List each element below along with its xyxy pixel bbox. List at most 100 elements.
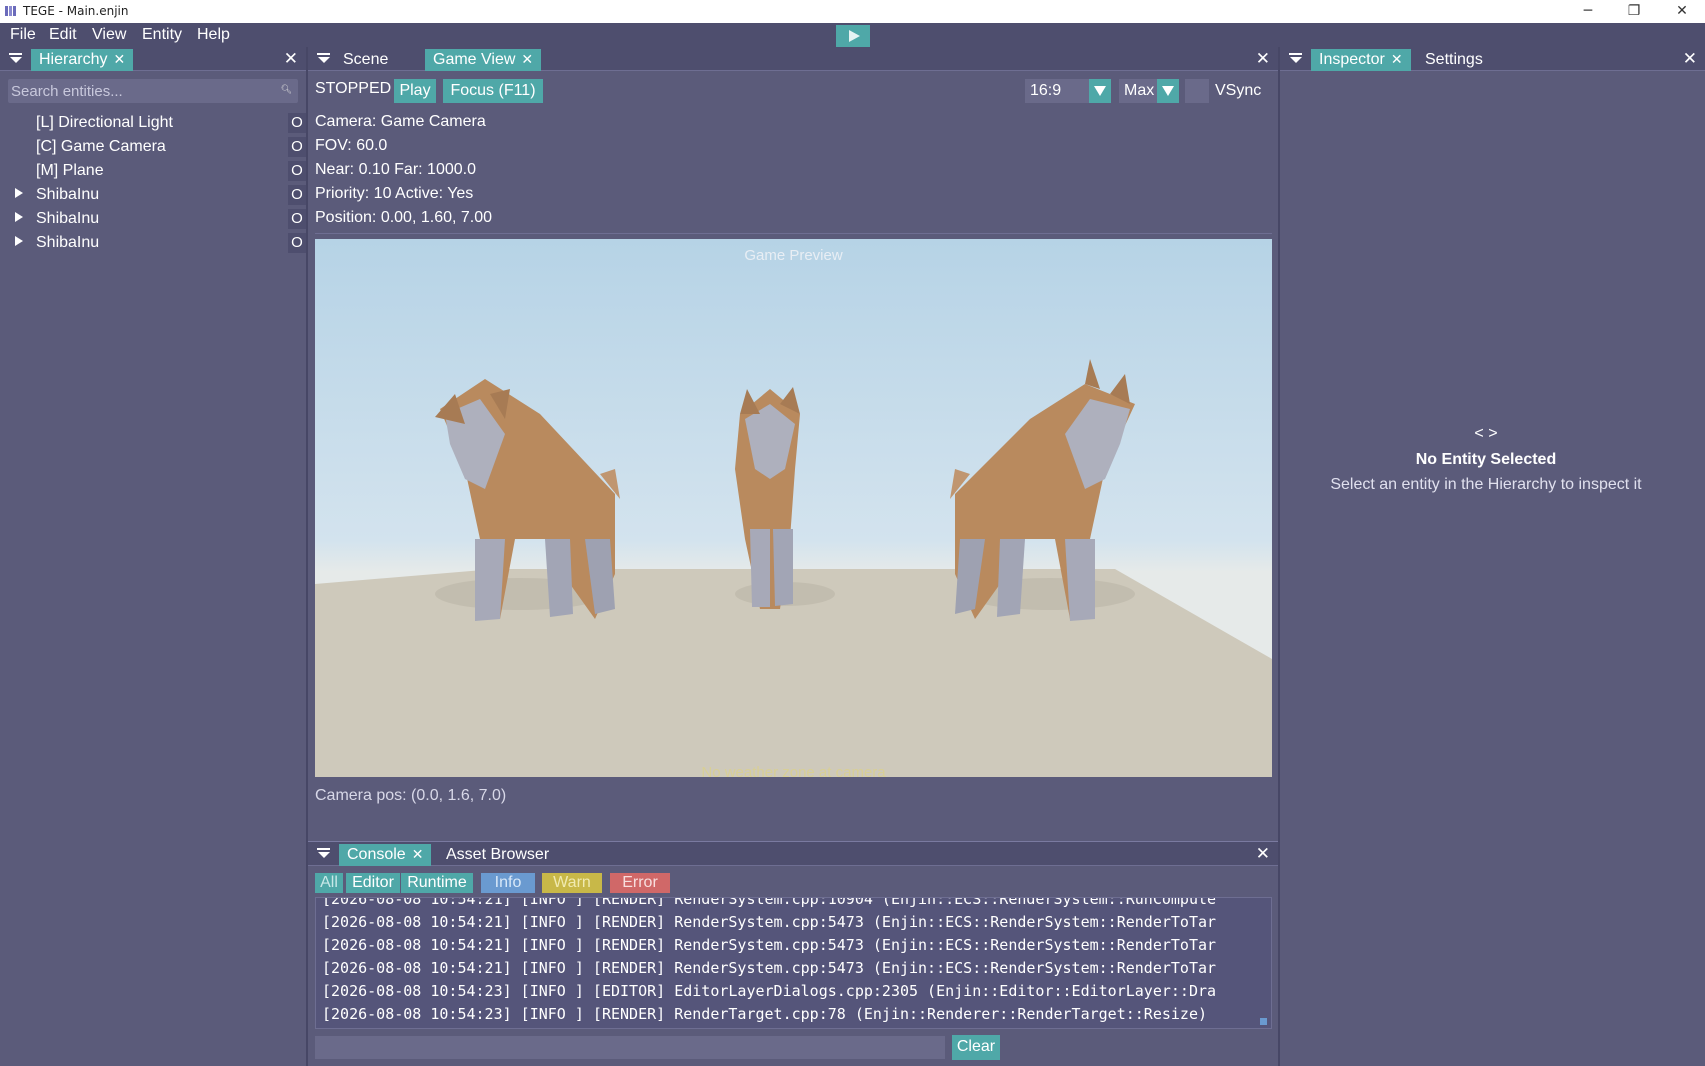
vsync-checkbox[interactable] bbox=[1185, 79, 1209, 103]
filter-runtime[interactable]: Runtime bbox=[401, 873, 473, 893]
restore-button[interactable]: ❐ bbox=[1611, 0, 1657, 23]
log-line: [2026-08-08 10:54:21] [INFO ] [RENDER] R… bbox=[322, 959, 1217, 977]
panel-menu-icon[interactable] bbox=[317, 848, 330, 860]
list-item[interactable]: ShibaInu O bbox=[0, 208, 306, 230]
panel-menu-icon[interactable] bbox=[1289, 53, 1302, 65]
menu-view[interactable]: View bbox=[92, 26, 126, 44]
divider bbox=[315, 233, 1272, 234]
log-line: [2026-08-08 10:54:23] [INFO ] [RENDER] R… bbox=[322, 1005, 1208, 1023]
list-item[interactable]: [M] Plane O bbox=[0, 160, 306, 182]
filter-info[interactable]: Info bbox=[481, 873, 535, 893]
panel-close-icon[interactable]: ✕ bbox=[1256, 49, 1270, 69]
menu-file[interactable]: File bbox=[10, 26, 36, 44]
divider bbox=[308, 841, 1278, 842]
tab-console[interactable]: Console ✕ bbox=[339, 844, 432, 866]
visibility-toggle[interactable]: O bbox=[288, 209, 306, 229]
tab-close-icon[interactable]: ✕ bbox=[521, 51, 533, 68]
tab-close-icon[interactable]: ✕ bbox=[1391, 51, 1403, 68]
dropdown-arrow-icon[interactable] bbox=[1157, 79, 1179, 103]
panel-close-icon[interactable]: ✕ bbox=[1683, 49, 1697, 69]
panel-close-icon[interactable]: ✕ bbox=[1256, 844, 1270, 864]
visibility-toggle[interactable]: O bbox=[288, 233, 306, 253]
filter-warn[interactable]: Warn bbox=[542, 873, 602, 893]
expand-arrow-icon[interactable] bbox=[15, 188, 23, 198]
window-title: TEGE - Main.enjin bbox=[23, 4, 129, 18]
console-log[interactable]: [2026-08-08 10:54:21] [INFO ] [RENDER] R… bbox=[315, 897, 1272, 1029]
log-line: [2026-08-08 10:54:23] [INFO ] [EDITOR] E… bbox=[322, 982, 1217, 1000]
visibility-toggle[interactable]: O bbox=[288, 113, 306, 133]
camera-position: Position: 0.00, 1.60, 7.00 bbox=[315, 209, 493, 226]
code-brackets-icon: < > bbox=[1474, 425, 1498, 442]
inspector-header: Inspector ✕ Settings ✕ bbox=[1280, 47, 1705, 71]
log-line: [2026-08-08 10:54:21] [INFO ] [RENDER] R… bbox=[322, 936, 1217, 954]
vsync-label: VSync bbox=[1215, 82, 1262, 99]
list-item[interactable]: ShibaInu O bbox=[0, 184, 306, 206]
filter-error[interactable]: Error bbox=[610, 873, 670, 893]
window-close-button[interactable]: ✕ bbox=[1659, 0, 1705, 23]
tab-asset-browser[interactable]: Asset Browser bbox=[438, 844, 557, 866]
tab-hierarchy[interactable]: Hierarchy ✕ bbox=[31, 49, 134, 71]
shiba-dog-left bbox=[435, 379, 620, 621]
app-icon bbox=[5, 6, 16, 16]
game-view-header: Scene Game View ✕ ✕ bbox=[308, 47, 1278, 71]
entity-label: ShibaInu bbox=[36, 234, 100, 251]
tab-close-icon[interactable]: ✕ bbox=[113, 51, 125, 68]
window-titlebar: TEGE - Main.enjin ─ ❐ ✕ bbox=[0, 0, 1705, 23]
entity-label: ShibaInu bbox=[36, 210, 100, 227]
panel-close-icon[interactable]: ✕ bbox=[284, 49, 298, 69]
scale-value: Max bbox=[1124, 82, 1155, 99]
minimize-button[interactable]: ─ bbox=[1565, 0, 1611, 23]
visibility-toggle[interactable]: O bbox=[288, 161, 306, 181]
search-icon: 🔍︎ bbox=[280, 84, 292, 94]
tab-scene[interactable]: Scene bbox=[335, 49, 396, 71]
camera-priority: Priority: 10 Active: Yes bbox=[315, 185, 474, 202]
visibility-toggle[interactable]: O bbox=[288, 185, 306, 205]
shiba-dog-center bbox=[735, 387, 835, 609]
inspector-panel: Inspector ✕ Settings ✕ bbox=[1280, 47, 1705, 1066]
scene-render bbox=[435, 359, 1135, 621]
scrollbar-grip[interactable] bbox=[1260, 1018, 1267, 1025]
panel-menu-icon[interactable] bbox=[317, 53, 330, 65]
tab-scene-label: Scene bbox=[343, 51, 389, 68]
tab-game-view[interactable]: Game View ✕ bbox=[425, 49, 542, 71]
weather-label: No weather zone at camera bbox=[701, 764, 886, 777]
tab-close-icon[interactable]: ✕ bbox=[412, 846, 424, 863]
clear-button[interactable]: Clear bbox=[952, 1035, 1000, 1060]
tab-inspector-label: Inspector bbox=[1319, 51, 1385, 68]
log-line: [2026-08-08 10:54:21] [INFO ] [RENDER] R… bbox=[322, 897, 1217, 908]
tab-settings-label: Settings bbox=[1425, 51, 1483, 68]
aspect-value: 16:9 bbox=[1030, 82, 1062, 99]
shiba-dog-right bbox=[950, 359, 1135, 621]
console-command-input[interactable] bbox=[315, 1036, 945, 1059]
dropdown-arrow-icon[interactable] bbox=[1089, 79, 1111, 103]
focus-button[interactable]: Focus (F11) bbox=[443, 79, 543, 103]
entity-label: [C] Game Camera bbox=[36, 138, 166, 155]
play-button[interactable]: Play bbox=[394, 79, 436, 103]
search-input[interactable] bbox=[11, 81, 271, 101]
expand-arrow-icon[interactable] bbox=[15, 212, 23, 222]
filter-editor[interactable]: Editor bbox=[346, 873, 400, 893]
log-line: [2026-08-08 10:54:21] [INFO ] [RENDER] R… bbox=[322, 913, 1217, 931]
menu-entity[interactable]: Entity bbox=[142, 26, 182, 44]
tab-console-label: Console bbox=[347, 846, 406, 863]
play-mode-button[interactable] bbox=[836, 25, 870, 47]
tab-game-view-label: Game View bbox=[433, 51, 516, 68]
aspect-select[interactable]: 16:9 bbox=[1025, 79, 1111, 103]
menu-edit[interactable]: Edit bbox=[49, 26, 77, 44]
visibility-toggle[interactable]: O bbox=[288, 137, 306, 157]
tab-inspector[interactable]: Inspector ✕ bbox=[1311, 49, 1411, 71]
panel-menu-icon[interactable] bbox=[9, 53, 22, 65]
game-viewport[interactable]: Game Preview No weather zone at camera bbox=[315, 239, 1272, 777]
list-item[interactable]: [L] Directional Light O bbox=[0, 112, 306, 134]
list-item[interactable]: ShibaInu O bbox=[0, 232, 306, 254]
camera-pos-readout: Camera pos: (0.0, 1.6, 7.0) bbox=[315, 787, 507, 804]
scale-select[interactable]: Max bbox=[1119, 79, 1179, 103]
camera-name: Camera: Game Camera bbox=[315, 113, 486, 130]
filter-all[interactable]: All bbox=[315, 873, 343, 893]
tab-settings[interactable]: Settings bbox=[1417, 49, 1491, 71]
list-item[interactable]: [C] Game Camera O bbox=[0, 136, 306, 158]
expand-arrow-icon[interactable] bbox=[15, 236, 23, 246]
entity-label: [M] Plane bbox=[36, 162, 104, 179]
entity-search: 🔍︎ bbox=[8, 79, 298, 103]
menu-help[interactable]: Help bbox=[197, 26, 230, 44]
